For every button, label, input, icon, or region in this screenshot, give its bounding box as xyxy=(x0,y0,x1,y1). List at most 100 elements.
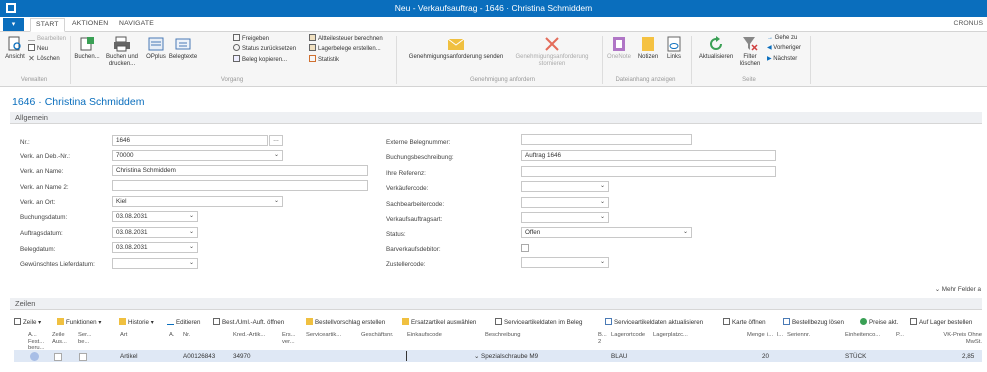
more-fields-link[interactable]: ⌄ Mehr Felder a xyxy=(935,286,981,293)
barverkaufsdebitor-checkbox[interactable] xyxy=(521,244,529,252)
verk-an-name2-field[interactable] xyxy=(112,180,368,191)
column-header[interactable]: VK-Preis Ohne MwSt. xyxy=(930,332,982,345)
row-beschreibung[interactable]: Spezialschraube M9 xyxy=(481,353,538,360)
buchen-button[interactable]: Buchen... xyxy=(72,36,102,61)
altteilesteuer-button[interactable]: Altteilesteuer berechnen xyxy=(309,34,383,43)
column-header[interactable]: l... xyxy=(777,332,783,339)
row-checkbox[interactable] xyxy=(79,353,87,361)
row-checkbox[interactable] xyxy=(54,353,62,361)
auf-lager-button[interactable]: Auf Lager bestellen xyxy=(910,318,972,326)
onenote-button[interactable]: OneNote xyxy=(604,36,634,61)
ihre-referenz-field[interactable] xyxy=(521,166,776,177)
row-kred-artik[interactable]: 34970 xyxy=(233,353,251,360)
opplus-button[interactable]: OPplus xyxy=(143,36,169,61)
verk-an-ort-field[interactable]: Kiel ⌄ xyxy=(112,196,283,207)
buchungsdatum-field[interactable]: 03.08.2031 ⌄ xyxy=(112,211,198,222)
belegtexte-button[interactable]: Belegtexte xyxy=(168,36,198,61)
buchen-und-drucken-button[interactable]: Buchen und drucken... xyxy=(102,36,142,68)
best-uml-button[interactable]: Best./Uml.-Auft. öffnen xyxy=(213,318,284,326)
row-einheit[interactable]: STÜCK xyxy=(845,353,866,360)
freigeben-button[interactable]: Freigeben xyxy=(233,34,269,43)
column-header[interactable]: Ser... be... xyxy=(78,332,98,345)
naechster-button[interactable]: ▶ Nächster xyxy=(767,55,797,64)
column-header[interactable]: Beschreibung xyxy=(485,332,520,339)
column-header[interactable]: i... xyxy=(767,332,773,339)
filter-loeschen-button[interactable]: Filter löschen xyxy=(737,36,763,68)
row-nr[interactable]: A00126843 xyxy=(183,353,215,360)
bestellvorschlag-button[interactable]: Bestellvorschlag erstellen xyxy=(306,318,385,326)
bearbeiten-button[interactable]: Bearbeiten xyxy=(28,34,66,43)
serviceartikeldaten-button[interactable]: Serviceartikeldaten im Beleg xyxy=(495,318,582,326)
verk-an-deb-field[interactable]: 70000 ⌄ xyxy=(112,150,283,161)
column-header[interactable]: A. xyxy=(169,332,174,339)
genehmigung-senden-button[interactable]: Genehmigungsanforderung senden xyxy=(408,36,504,61)
beleg-kopieren-button[interactable]: Beleg kopieren... xyxy=(233,55,287,64)
status-field[interactable]: Offen ⌄ xyxy=(521,227,692,238)
column-header[interactable]: Kred.-Artik... xyxy=(233,332,265,339)
price-icon xyxy=(860,318,867,325)
verkaufsauftragsart-field[interactable]: ⌄ xyxy=(521,212,609,223)
column-header[interactable]: Lagerplatzc... xyxy=(653,332,688,339)
column-header[interactable]: Nr. xyxy=(183,332,190,339)
loeschen-button[interactable]: ✕ Löschen xyxy=(28,55,60,64)
row-selector-icon[interactable] xyxy=(30,352,39,361)
column-header[interactable]: Art xyxy=(120,332,127,339)
auftragsdatum-field[interactable]: 03.08.2031 ⌄ xyxy=(112,227,198,238)
gehe-zu-button[interactable]: → Gehe zu xyxy=(767,34,797,43)
preise-akt-button[interactable]: Preise akt. xyxy=(860,318,898,326)
belegdatum-field[interactable]: 03.08.2031 ⌄ xyxy=(112,242,198,253)
statistik-button[interactable]: Statistik xyxy=(309,55,339,64)
column-header[interactable]: Serviceartik... xyxy=(306,332,341,339)
column-header[interactable]: Seriennr. xyxy=(787,332,810,339)
lines-editieren-button[interactable]: Editieren xyxy=(167,318,200,326)
ersatzartikel-button[interactable]: Ersatzartikel auswählen xyxy=(402,318,476,326)
serviceartikel-aktualisieren-button[interactable]: Serviceartikeldaten aktualisieren xyxy=(605,318,703,326)
tab-aktionen[interactable]: AKTIONEN xyxy=(72,20,108,27)
neu-button[interactable]: Neu xyxy=(28,44,48,53)
column-header[interactable]: Zeile Aus... xyxy=(52,332,74,345)
column-header[interactable]: Ers... ver... xyxy=(282,332,304,345)
column-header[interactable]: B... 2 xyxy=(598,332,608,345)
section-zeilen-header[interactable]: Zeilen xyxy=(10,298,982,310)
lagerbelege-button[interactable]: Lagerbelege erstellen... xyxy=(309,44,381,53)
nr-lookup-button[interactable]: … xyxy=(269,135,283,146)
bestellbezug-button[interactable]: Bestellbezug lösen xyxy=(783,318,844,326)
column-header[interactable]: Einkaufscode xyxy=(407,332,442,339)
row-menge[interactable]: 20 xyxy=(762,353,769,360)
column-header[interactable]: Geschäftsnr. xyxy=(361,332,394,339)
buchungsbeschreibung-field[interactable]: Auftrag 1646 xyxy=(521,150,776,161)
status-zuruecksetzen-button[interactable]: Status zurücksetzen xyxy=(233,44,296,53)
lieferdatum-field[interactable]: ⌄ xyxy=(112,258,198,269)
row-vk-preis[interactable]: 2,85 xyxy=(962,353,974,360)
links-button[interactable]: Links xyxy=(662,36,686,61)
karte-oeffnen-button[interactable]: Karte öffnen xyxy=(723,318,766,326)
sachbearbeitercode-field[interactable]: ⌄ xyxy=(521,197,609,208)
tab-navigate[interactable]: NAVIGATE xyxy=(119,20,154,27)
verk-an-name-field[interactable]: Christina Schmiddem xyxy=(112,165,368,176)
aktualisieren-button[interactable]: Aktualisieren xyxy=(696,36,736,61)
column-header[interactable]: A... Fest... beru... xyxy=(28,332,50,352)
row-art[interactable]: Artikel xyxy=(120,353,138,360)
column-header[interactable]: Einheitenco... xyxy=(845,332,880,339)
vorheriger-button[interactable]: ◀ Vorheriger xyxy=(767,44,801,53)
notizen-button[interactable]: Notizen xyxy=(634,36,662,61)
zustellercode-field[interactable]: ⌄ xyxy=(521,257,609,268)
nr-field[interactable]: 1646 xyxy=(112,135,268,146)
verkaeufercode-field[interactable]: ⌄ xyxy=(521,181,609,192)
row-einkaufscode-dropdown[interactable]: ⌄ Spezialschraube M9 xyxy=(474,353,538,360)
genehmigung-stornieren-button[interactable]: Genehmigungsanforderung stornieren xyxy=(505,36,599,68)
group-separator xyxy=(396,36,397,84)
tab-start[interactable]: START xyxy=(30,18,65,32)
column-header[interactable]: Menge xyxy=(747,332,765,339)
column-header[interactable]: P... xyxy=(896,332,904,339)
lines-menu-historie[interactable]: Historie ▾ xyxy=(119,318,154,326)
section-allgemein-header[interactable]: Allgemein xyxy=(10,112,982,124)
lines-menu-zeile[interactable]: Zeile ▾ xyxy=(14,318,41,326)
ansicht-button[interactable]: Ansicht xyxy=(2,36,28,61)
externe-belegnr-field[interactable] xyxy=(521,134,692,145)
file-menu-button[interactable]: ▾ xyxy=(3,18,24,31)
verk-an-ort-label: Verk. an Ort: xyxy=(20,199,56,206)
column-header[interactable]: Lagerortcode xyxy=(611,332,645,339)
row-lagerortcode[interactable]: BLAU xyxy=(611,353,627,360)
lines-menu-funktionen[interactable]: Funktionen ▾ xyxy=(57,318,101,326)
